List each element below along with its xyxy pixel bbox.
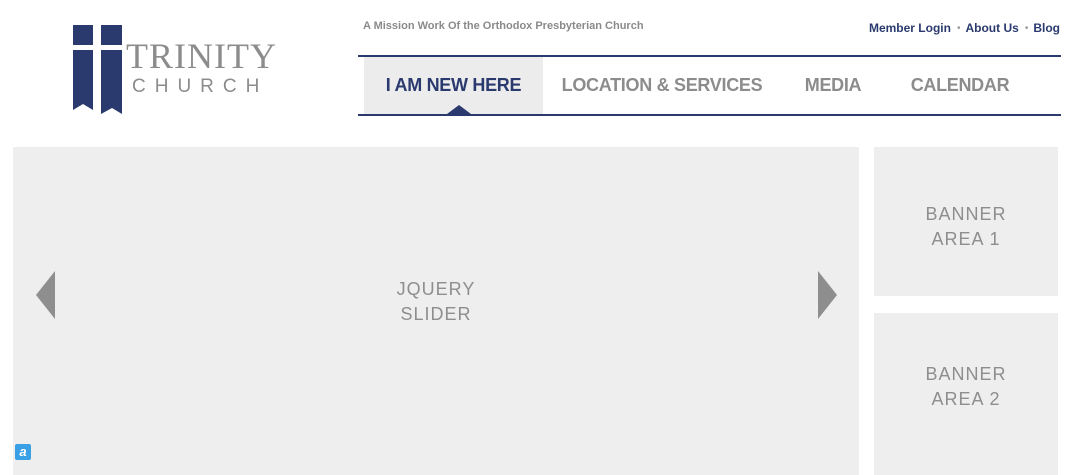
cross-banner-icon [73, 25, 122, 114]
banner-label-line1: BANNER [925, 204, 1007, 224]
site-logo[interactable]: TRINITY CHURCH [70, 22, 280, 118]
banner-label-line2: AREA 2 [931, 389, 1001, 409]
slider-placeholder-label: JQUERY SLIDER [13, 277, 859, 327]
nav-item-location-services[interactable]: LOCATION & SERVICES [553, 57, 771, 114]
banner-label-line2: AREA 1 [931, 229, 1001, 249]
slider-label-line1: JQUERY [396, 279, 476, 299]
nav-item-i-am-new-here[interactable]: I AM NEW HERE [364, 57, 543, 114]
browser-extension-icon[interactable]: a [15, 444, 31, 460]
nav-item-label: LOCATION & SERVICES [561, 75, 763, 95]
nav-item-media[interactable]: MEDIA [788, 57, 878, 114]
active-caret-icon [447, 105, 471, 114]
nav-item-label: CALENDAR [910, 75, 1010, 95]
member-login-link[interactable]: Member Login [869, 21, 951, 35]
banner-area-1[interactable]: BANNER AREA 1 [874, 147, 1058, 296]
nav-item-label: I AM NEW HERE [385, 75, 522, 95]
banner-label-line1: BANNER [925, 364, 1007, 384]
about-us-link[interactable]: About Us [965, 21, 1018, 35]
nav-item-label: MEDIA [804, 75, 862, 95]
main-nav: I AM NEW HERE LOCATION & SERVICES MEDIA … [358, 55, 1061, 116]
link-separator: • [956, 22, 961, 34]
nav-item-calendar[interactable]: CALENDAR [898, 57, 1022, 114]
logo-name-line1: TRINITY [126, 36, 277, 76]
image-slider: JQUERY SLIDER a [13, 147, 859, 475]
blog-link[interactable]: Blog [1033, 21, 1060, 35]
utility-links: Member Login • About Us • Blog [869, 21, 1060, 35]
banner-label: BANNER AREA 1 [874, 202, 1058, 252]
link-separator: • [1024, 22, 1029, 34]
logo-name-line2: CHURCH [132, 76, 269, 97]
banner-area-2[interactable]: BANNER AREA 2 [874, 313, 1058, 475]
slider-label-line2: SLIDER [400, 304, 472, 324]
banner-label: BANNER AREA 2 [874, 362, 1058, 412]
slider-next-arrow-icon[interactable] [817, 271, 837, 319]
site-tagline: A Mission Work Of the Orthodox Presbyter… [363, 20, 644, 32]
slider-prev-arrow-icon[interactable] [36, 271, 56, 319]
